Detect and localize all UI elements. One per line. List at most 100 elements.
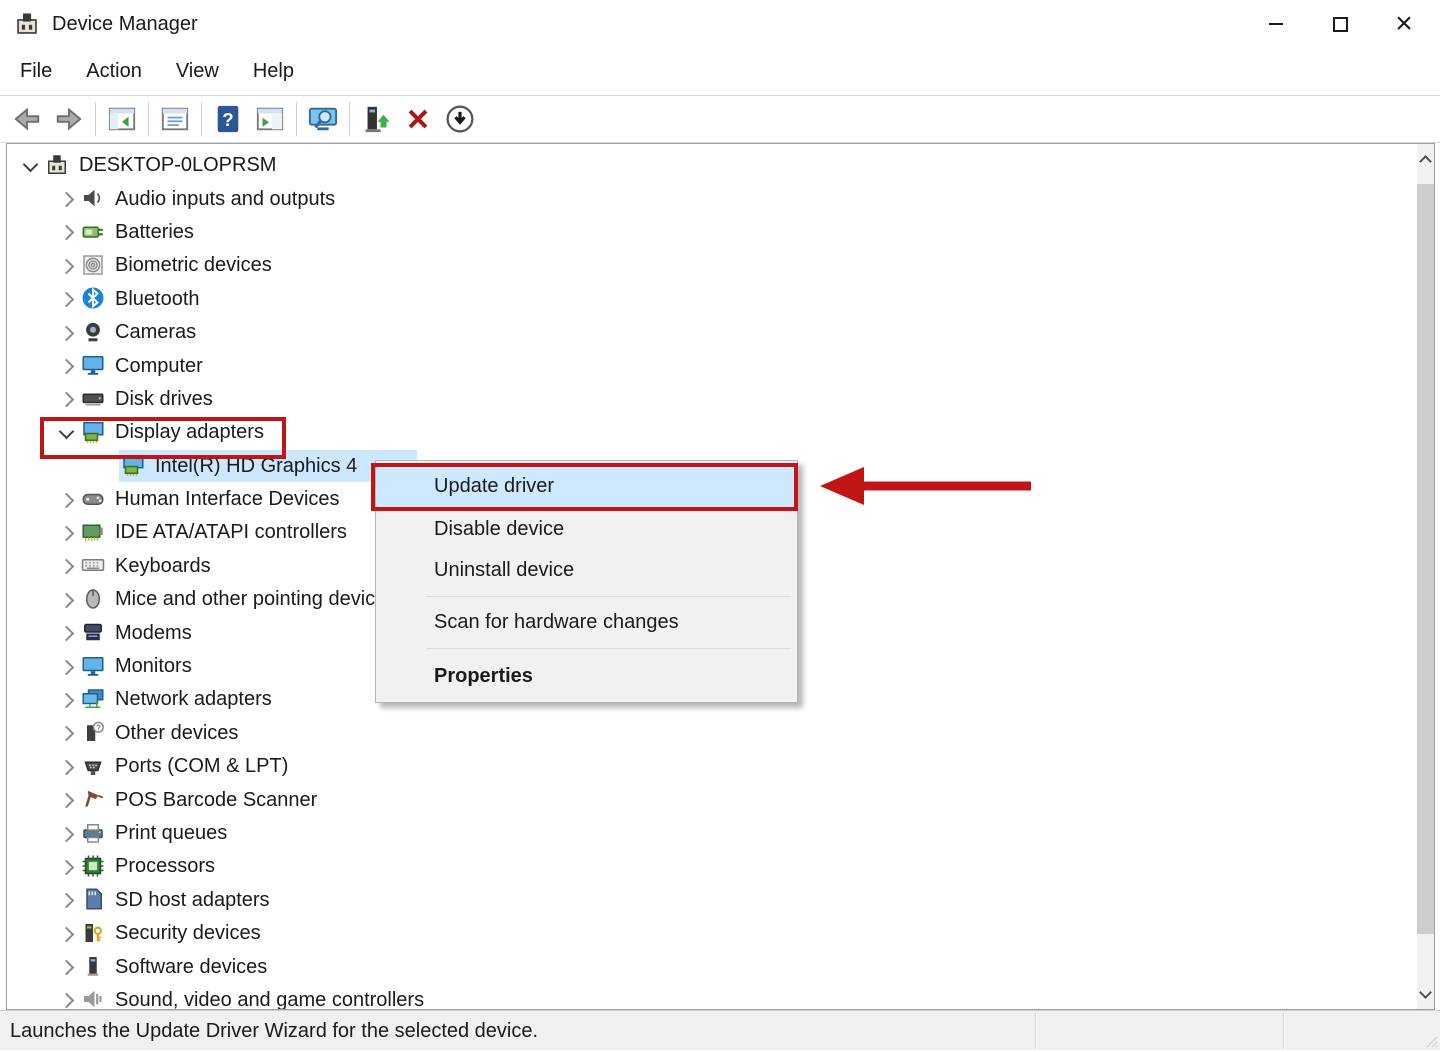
chevron-right-icon[interactable] [55, 922, 79, 946]
context-menu-item-scan-for-hardware-changes[interactable]: Scan for hardware changes [376, 602, 797, 643]
context-menu-separator [426, 596, 791, 597]
tree-item-disk-drives[interactable]: Disk drives [7, 383, 1417, 416]
chevron-right-icon[interactable] [55, 488, 79, 512]
tree-item-label: Computer [115, 355, 203, 378]
uninstall-device-button[interactable] [397, 99, 439, 139]
chevron-down-icon[interactable] [19, 154, 43, 178]
chevron-right-icon[interactable] [55, 187, 79, 211]
device-manager-icon [45, 153, 71, 179]
tree-item-sound-video-and-game-controllers[interactable]: Sound, video and game controllers [7, 984, 1417, 1009]
forward-button[interactable] [48, 99, 90, 139]
tree-item-label: Ports (COM & LPT) [115, 755, 288, 778]
show-action-pane-button[interactable] [249, 99, 291, 139]
tree-item-ports-com-lpt[interactable]: Ports (COM & LPT) [7, 750, 1417, 783]
resize-grip-icon[interactable] [1424, 1034, 1438, 1048]
title-bar: Device Manager × [0, 0, 1440, 48]
chevron-right-icon[interactable] [55, 554, 79, 578]
tree-item-other-devices[interactable]: ?Other devices [7, 717, 1417, 750]
status-bar: Launches the Update Driver Wizard for th… [0, 1010, 1440, 1050]
context-menu-item-uninstall-device[interactable]: Uninstall device [376, 550, 797, 591]
tree-item-label: Intel(R) HD Graphics 4 [155, 455, 357, 478]
tree-item-label: Security devices [115, 922, 261, 945]
tree-item-biometric-devices[interactable]: Biometric devices [7, 249, 1417, 282]
tree-item-pos-barcode-scanner[interactable]: POS Barcode Scanner [7, 783, 1417, 816]
chevron-right-icon[interactable] [55, 321, 79, 345]
tree-item-computer[interactable]: Computer [7, 349, 1417, 382]
tree-item-label: Mice and other pointing devices [115, 588, 396, 611]
chevron-right-icon[interactable] [55, 621, 79, 645]
disable-device-button[interactable] [439, 99, 481, 139]
context-menu: Update driverDisable device Uninstall dev… [375, 460, 798, 703]
tree-item-label: DESKTOP-0LOPRSM [79, 154, 276, 177]
context-menu-item-properties[interactable]: Properties [376, 654, 797, 698]
chevron-right-icon[interactable] [55, 721, 79, 745]
vertical-scrollbar[interactable] [1417, 144, 1434, 1009]
scroll-down-button[interactable] [1417, 979, 1434, 1009]
scan-hardware-changes-button[interactable] [302, 99, 344, 139]
tree-item-display-adapters[interactable]: Display adapters [7, 416, 1417, 449]
context-menu-item-label: Uninstall device [434, 559, 574, 582]
context-menu-item-disable-device[interactable]: Disable device [376, 509, 797, 550]
camera-icon [81, 320, 107, 346]
toolbar: ? [0, 95, 1440, 143]
chevron-right-icon[interactable] [55, 688, 79, 712]
tree-item-print-queues[interactable]: Print queues [7, 817, 1417, 850]
context-menu-item-update-driver[interactable]: Update driver [376, 463, 797, 509]
chevron-right-icon[interactable] [55, 254, 79, 278]
scroll-up-button[interactable] [1417, 144, 1434, 174]
disable-device-icon [445, 104, 475, 134]
mouse-icon [81, 587, 107, 613]
chevron-right-icon[interactable] [55, 387, 79, 411]
close-button[interactable]: × [1372, 0, 1436, 48]
scrollbar-thumb[interactable] [1417, 184, 1434, 934]
chevron-right-icon[interactable] [55, 788, 79, 812]
tree-item-security-devices[interactable]: Security devices [7, 917, 1417, 950]
chevron-right-icon[interactable] [55, 354, 79, 378]
status-text: Launches the Update Driver Wizard for th… [10, 1011, 538, 1051]
menu-help[interactable]: Help [251, 58, 296, 85]
chevron-right-icon[interactable] [55, 822, 79, 846]
tree-item-bluetooth[interactable]: Bluetooth [7, 283, 1417, 316]
chevron-right-icon[interactable] [55, 655, 79, 679]
bluetooth-icon [81, 286, 107, 312]
tree-item-cameras[interactable]: Cameras [7, 316, 1417, 349]
maximize-button[interactable] [1308, 0, 1372, 48]
tree-item-sd-host-adapters[interactable]: SD host adapters [7, 884, 1417, 917]
svg-text:?: ? [222, 109, 233, 130]
help-button[interactable]: ? [207, 99, 249, 139]
chevron-right-icon[interactable] [55, 220, 79, 244]
battery-icon [81, 219, 107, 245]
menu-file[interactable]: File [18, 58, 54, 85]
properties-dialog-button[interactable] [154, 99, 196, 139]
tree-item-software-devices[interactable]: Software devices [7, 950, 1417, 983]
tree-item-desktop-0loprsm[interactable]: DESKTOP-0LOPRSM [7, 149, 1417, 182]
menu-action[interactable]: Action [84, 58, 144, 85]
chevron-right-icon[interactable] [55, 755, 79, 779]
display-icon [81, 420, 107, 446]
svg-text:?: ? [96, 724, 101, 733]
ports-icon [81, 754, 107, 780]
back-button[interactable] [6, 99, 48, 139]
tree-item-audio-inputs-and-outputs[interactable]: Audio inputs and outputs [7, 182, 1417, 215]
toolbar-separator [349, 102, 350, 136]
show-console-tree-button[interactable] [101, 99, 143, 139]
chevron-right-icon[interactable] [55, 988, 79, 1009]
menu-view[interactable]: View [174, 58, 221, 85]
chevron-right-icon[interactable] [55, 855, 79, 879]
properties-dialog-icon [160, 104, 190, 134]
display-icon [121, 453, 147, 479]
chevron-down-icon[interactable] [55, 421, 79, 445]
keyboard-icon [81, 553, 107, 579]
tree-item-batteries[interactable]: Batteries [7, 216, 1417, 249]
tree-item-processors[interactable]: Processors [7, 850, 1417, 883]
chevron-right-icon[interactable] [55, 888, 79, 912]
tree-item-label: Biometric devices [115, 254, 272, 277]
minimize-button[interactable] [1244, 0, 1308, 48]
chevron-right-icon[interactable] [55, 955, 79, 979]
disk-icon [81, 386, 107, 412]
chevron-right-icon[interactable] [55, 588, 79, 612]
chevron-right-icon[interactable] [55, 287, 79, 311]
tree-item-label: Monitors [115, 655, 192, 678]
chevron-right-icon[interactable] [55, 521, 79, 545]
update-driver-button[interactable] [355, 99, 397, 139]
